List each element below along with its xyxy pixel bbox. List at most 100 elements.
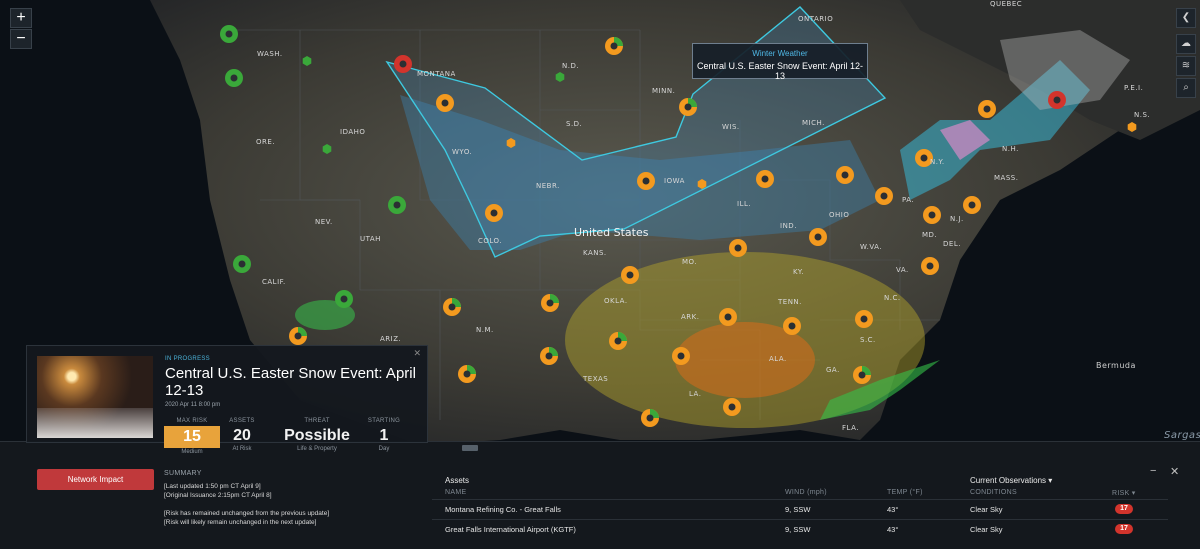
asset-name[interactable]: Montana Refining Co. - Great Falls <box>445 505 561 514</box>
table-row[interactable]: Great Falls International Airport (KGTF)… <box>432 519 1168 537</box>
close-card-button[interactable]: ✕ <box>413 348 421 359</box>
asset-marker-center <box>788 322 796 330</box>
summary-line: [Risk will likely remain unchanged in th… <box>164 519 317 526</box>
asset-marker-center <box>761 175 769 183</box>
map-label-nm: N.M. <box>476 326 494 334</box>
map-label-nc: N.C. <box>884 294 901 302</box>
summary-text: [Last updated 1:50 pm CT April 9] [Origi… <box>164 482 424 527</box>
asset-wind: 9, SSW <box>785 525 811 534</box>
event-photo <box>37 356 153 438</box>
map-label-ontario: ONTARIO <box>798 15 834 23</box>
asset-marker-center <box>646 414 654 422</box>
map-label-ohio: OHIO <box>829 211 850 219</box>
metric-sub: Life & Property <box>297 446 337 452</box>
assets-title: Assets <box>445 476 470 485</box>
asset-marker-center <box>490 209 498 217</box>
current-observations-dropdown[interactable]: Current Observations ▾ <box>970 476 1052 485</box>
zoom-in-button[interactable]: + <box>10 8 32 28</box>
asset-marker-center <box>610 42 618 50</box>
map-label-okla: OKLA. <box>604 297 628 305</box>
metric-sub: At Risk <box>232 446 252 452</box>
map-label-sargas: Sargas <box>1164 430 1200 441</box>
metric-starting: STARTING 1 Day <box>356 418 412 452</box>
map-label-iowa: IOWA <box>664 177 685 185</box>
close-panel-button[interactable]: ✕ <box>1170 465 1179 478</box>
map-label-ga: GA. <box>826 366 840 374</box>
summary-line: [Last updated 1:50 pm CT April 9] <box>164 483 261 490</box>
minimize-panel-button[interactable]: − <box>1150 465 1156 477</box>
metric-label: THREAT <box>304 418 330 424</box>
weather-layer-button[interactable]: ☁ <box>1176 34 1196 54</box>
metric-label: STARTING <box>367 418 401 424</box>
metric-sub: Day <box>378 446 390 452</box>
event-status: IN PROGRESS <box>165 356 210 362</box>
asset-marker-center <box>724 313 732 321</box>
event-title: Central U.S. Easter Snow Event: April 12… <box>165 365 416 399</box>
asset-marker-center <box>1053 96 1061 104</box>
layers-button[interactable]: ≋ <box>1176 56 1196 76</box>
asset-marker-center <box>858 371 866 379</box>
map-label-ny: N.Y. <box>930 158 945 166</box>
asset-marker-center <box>463 370 471 378</box>
asset-marker-center <box>230 74 238 82</box>
summary-line <box>164 500 424 509</box>
map-label-nh: N.H. <box>1002 145 1019 153</box>
asset-marker-center <box>399 60 407 68</box>
zoom-out-button[interactable]: − <box>10 29 32 49</box>
map-label-ariz: ARIZ. <box>380 335 402 343</box>
asset-marker-center <box>614 337 622 345</box>
asset-marker-center <box>441 99 449 107</box>
asset-marker-center <box>238 260 246 268</box>
map-label-montana: MONTANA <box>417 70 456 78</box>
search-map-button[interactable]: ⌕ <box>1176 78 1196 98</box>
asset-temp: 43° <box>887 505 899 514</box>
map-label-nebr: NEBR. <box>536 182 560 190</box>
map-label-nj: N.J. <box>950 215 964 223</box>
map-label-mass: MASS. <box>994 174 1019 182</box>
panel-drag-handle[interactable] <box>462 445 478 451</box>
tooltip-event-title: Central U.S. Easter Snow Event: April 12… <box>696 61 864 81</box>
summary-label: SUMMARY <box>164 470 202 477</box>
map-label-tenn: TENN. <box>778 298 802 306</box>
map-label-nd: N.D. <box>562 62 580 70</box>
asset-marker-center <box>734 244 742 252</box>
metric-value: 1 <box>379 427 389 444</box>
asset-marker-center <box>841 171 849 179</box>
asset-marker-center <box>393 201 401 209</box>
map-label-ill: ILL. <box>737 200 752 208</box>
map-label-ala: ALA. <box>769 355 787 363</box>
column-header-risk[interactable]: RISK ▾ <box>1112 489 1136 497</box>
map-label-ind: IND. <box>780 222 797 230</box>
map-label-md: MD. <box>922 231 938 239</box>
map-label-quebec: QUEBEC <box>990 0 1023 8</box>
map-label-nev: NEV. <box>315 218 333 226</box>
map-label-minn: MINN. <box>652 87 676 95</box>
asset-marker-center <box>968 201 976 209</box>
map-label-sc: S.C. <box>860 336 876 344</box>
panel-collapse-button[interactable]: ❮ <box>1176 8 1196 28</box>
asset-marker-center <box>225 30 233 38</box>
asset-marker-center <box>983 105 991 113</box>
asset-wind: 9, SSW <box>785 505 811 514</box>
cloud-icon: ☁ <box>1181 38 1191 49</box>
metric-threat: THREAT Possible Life & Property <box>282 418 352 452</box>
asset-marker-center <box>928 211 936 219</box>
asset-risk-badge: 17 <box>1115 504 1133 514</box>
map-label-colo: COLO. <box>478 237 502 245</box>
asset-marker-center <box>546 299 554 307</box>
metric-max-risk: MAX RISK 15 Medium <box>164 418 220 455</box>
tooltip-category: Winter Weather <box>752 49 808 58</box>
table-row[interactable]: Montana Refining Co. - Great Falls 9, SS… <box>432 499 1168 517</box>
max-risk-badge: 15 <box>164 426 220 448</box>
map-label-ark: ARK. <box>681 313 700 321</box>
network-impact-button[interactable]: Network Impact <box>37 469 154 490</box>
asset-conditions: Clear Sky <box>970 505 1003 514</box>
column-header-wind[interactable]: WIND (mph) <box>785 489 827 496</box>
column-header-temp[interactable]: TEMP (°F) <box>887 489 923 496</box>
map-label-wash: WASH. <box>257 50 283 58</box>
asset-marker-center <box>860 315 868 323</box>
asset-name[interactable]: Great Falls International Airport (KGTF) <box>445 525 576 534</box>
map-label-texas: TEXAS <box>583 375 609 383</box>
column-header-name[interactable]: NAME <box>445 489 466 496</box>
column-header-conditions[interactable]: CONDITIONS <box>970 489 1017 496</box>
